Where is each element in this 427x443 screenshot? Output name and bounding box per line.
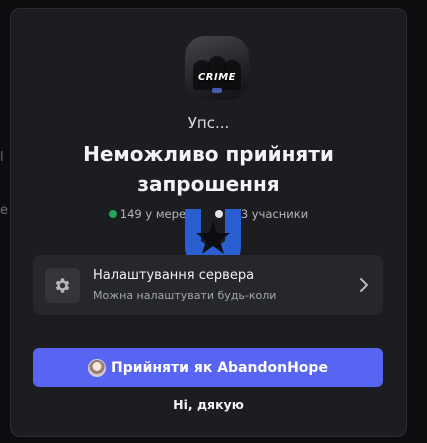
- accept-button-label: Прийняти як AbandonHope: [111, 359, 328, 376]
- settings-row-title: Налаштування сервера: [93, 268, 255, 283]
- settings-icon-box: [45, 268, 80, 303]
- server-icon: CRIME: [185, 36, 249, 100]
- server-settings-row[interactable]: Налаштування сервера Можна налаштувати б…: [33, 255, 383, 315]
- invite-subtitle: Упс...: [187, 114, 230, 132]
- invite-modal: CRIME Упс... Неможливо прийняти запрошен…: [10, 8, 407, 437]
- chevron-right-icon: [360, 278, 368, 292]
- online-dot-icon: [108, 210, 117, 218]
- settings-row-subtitle: Можна налаштувати будь-коли: [93, 289, 277, 302]
- avatar: [88, 358, 107, 377]
- backdrop-text-2: e: [0, 203, 8, 218]
- invite-headline: Неможливо прийняти запрошення: [83, 142, 334, 196]
- server-icon-logo-text: CRIME: [197, 72, 237, 83]
- gear-icon: [55, 278, 70, 293]
- decline-button[interactable]: Ні, дякую: [11, 397, 406, 412]
- server-icon-badge: [212, 88, 222, 93]
- accept-invite-button[interactable]: Прийняти як AbandonHope: [33, 348, 383, 387]
- backdrop-text-1: l: [0, 150, 4, 165]
